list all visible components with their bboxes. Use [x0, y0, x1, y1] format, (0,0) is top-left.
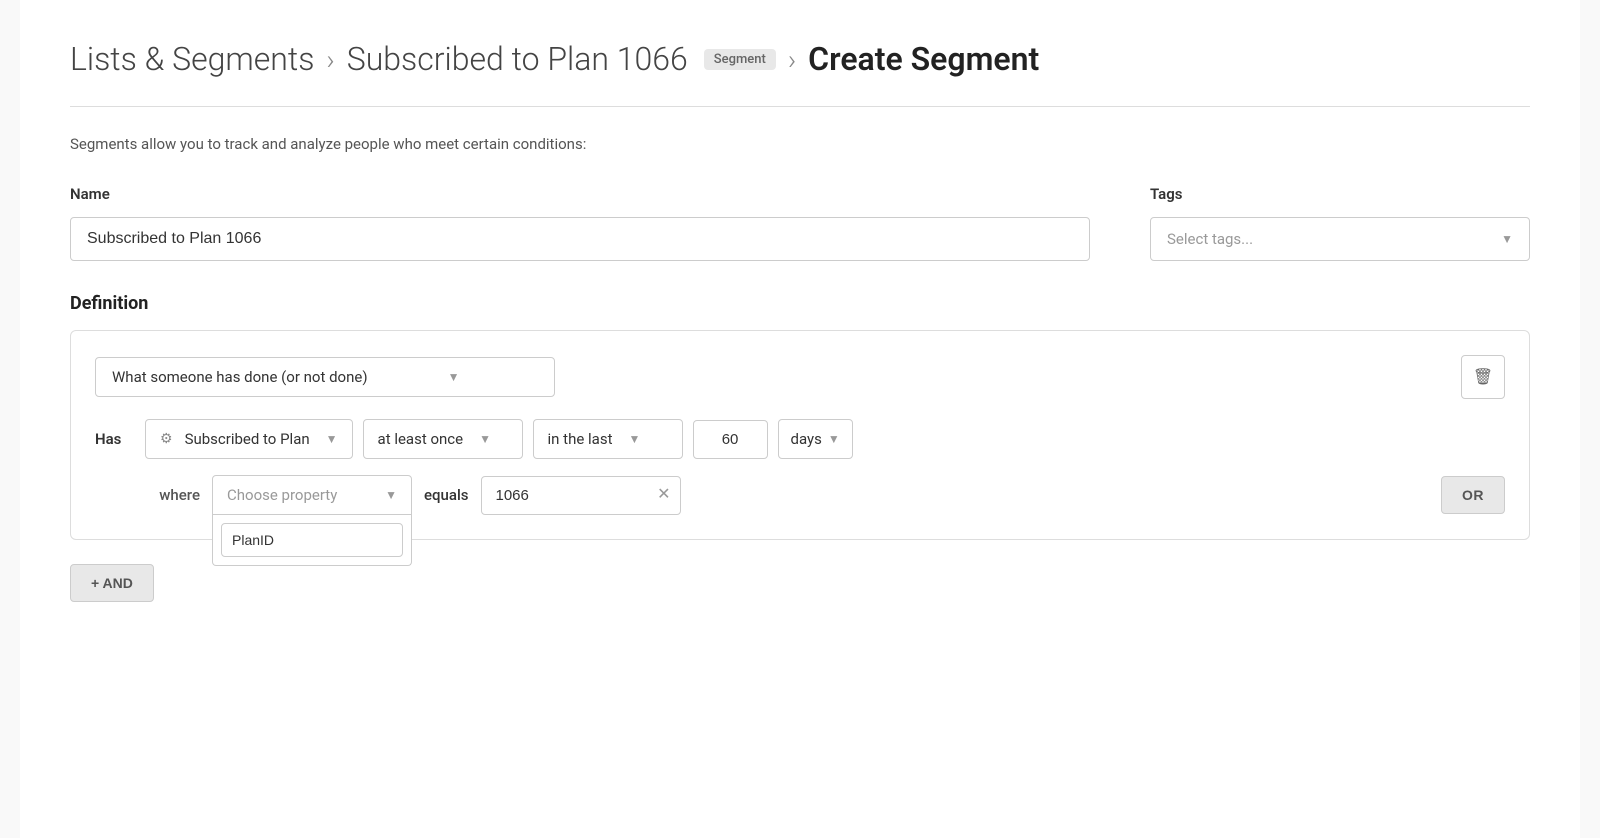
property-chevron: ▼	[385, 488, 397, 502]
form-row: Name Tags Select tags... ▼	[70, 185, 1530, 261]
value-input[interactable]	[481, 476, 681, 515]
event-label: Subscribed to Plan	[185, 430, 310, 448]
breadcrumb-separator-2: ›	[788, 43, 796, 76]
equals-label: equals	[424, 486, 469, 504]
event-chevron: ▼	[326, 432, 338, 446]
number-input[interactable]	[693, 420, 768, 459]
condition-header: What someone has done (or not done) ▼ 🗑	[95, 355, 1505, 399]
time-range-select[interactable]: in the last ▼	[533, 419, 683, 459]
time-range-chevron: ▼	[628, 432, 640, 446]
definition-title: Definition	[70, 293, 1530, 314]
days-chevron: ▼	[828, 432, 840, 446]
tags-label: Tags	[1150, 185, 1530, 203]
property-dropdown-wrapper: Choose property ▼	[212, 475, 412, 515]
breadcrumb-create-segment: Create Segment	[808, 40, 1039, 78]
property-dropdown	[212, 515, 412, 566]
days-label: days	[791, 430, 822, 448]
breadcrumb-lists-segments[interactable]: Lists & Segments	[70, 40, 314, 78]
clear-value-button[interactable]: ✕	[657, 487, 670, 503]
breadcrumb-plan-name[interactable]: Subscribed to Plan 1066	[347, 40, 688, 78]
property-select[interactable]: Choose property ▼	[212, 475, 412, 515]
trash-icon: 🗑	[1473, 367, 1493, 387]
header-divider	[70, 106, 1530, 107]
or-button[interactable]: OR	[1441, 476, 1505, 514]
definition-box: What someone has done (or not done) ▼ 🗑 …	[70, 330, 1530, 540]
definition-section: Definition What someone has done (or not…	[70, 293, 1530, 602]
page-description: Segments allow you to track and analyze …	[70, 135, 1530, 153]
tags-placeholder: Select tags...	[1167, 230, 1253, 248]
property-search-input[interactable]	[221, 523, 403, 557]
breadcrumb-separator-1: ›	[326, 43, 334, 76]
frequency-label: at least once	[378, 430, 464, 448]
condition-type-chevron: ▼	[448, 370, 460, 384]
tags-group: Tags Select tags... ▼	[1150, 185, 1530, 261]
event-select[interactable]: ⚙ Subscribed to Plan ▼	[145, 419, 353, 459]
days-select[interactable]: days ▼	[778, 419, 853, 459]
frequency-chevron: ▼	[479, 432, 491, 446]
chevron-down-icon: ▼	[1501, 232, 1513, 246]
property-placeholder-text: Choose property	[227, 486, 337, 504]
name-label: Name	[70, 185, 1090, 203]
segment-badge: Segment	[704, 49, 776, 70]
condition-type-label: What someone has done (or not done)	[112, 368, 368, 386]
where-label: where	[145, 486, 200, 504]
gear-icon: ⚙	[160, 431, 173, 447]
value-input-wrapper: ✕	[481, 476, 681, 515]
tags-select[interactable]: Select tags... ▼	[1150, 217, 1530, 261]
name-group: Name	[70, 185, 1090, 261]
and-button[interactable]: + AND	[70, 564, 154, 602]
name-input[interactable]	[70, 217, 1090, 261]
time-range-label: in the last	[548, 430, 613, 448]
delete-condition-button[interactable]: 🗑	[1461, 355, 1505, 399]
breadcrumb: Lists & Segments › Subscribed to Plan 10…	[70, 40, 1530, 78]
frequency-select[interactable]: at least once ▼	[363, 419, 523, 459]
has-row: Has ⚙ Subscribed to Plan ▼ at least once…	[95, 419, 1505, 459]
condition-type-select[interactable]: What someone has done (or not done) ▼	[95, 357, 555, 397]
where-row: where Choose property ▼ equals ✕ OR	[145, 475, 1505, 515]
page-container: Lists & Segments › Subscribed to Plan 10…	[20, 0, 1580, 838]
has-label: Has	[95, 430, 135, 448]
